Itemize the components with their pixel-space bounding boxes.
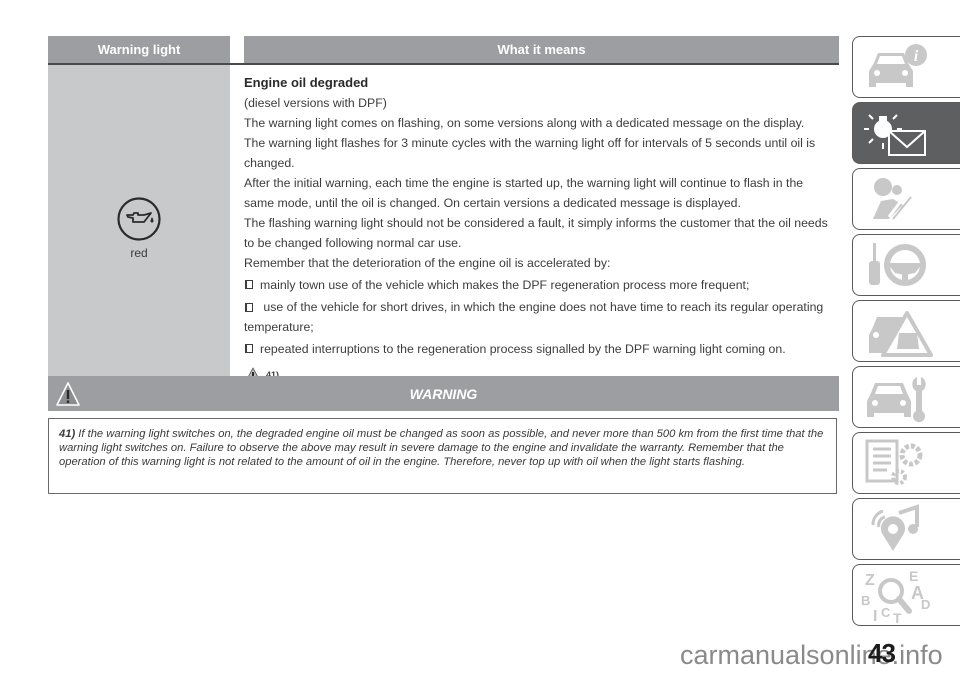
bullet-item: repeated interruptions to the regenerati… [244, 339, 831, 359]
meaning-cell: Engine oil degraded (diesel versions wit… [230, 65, 839, 395]
warning-text: If the warning light switches on, the de… [59, 428, 824, 468]
bullet-item: mainly town use of the vehicle which mak… [244, 275, 831, 295]
paragraph: Remember that the deterioration of the e… [244, 256, 611, 270]
table-header: Warning light What it means [48, 36, 839, 65]
light-color-label: red [130, 246, 148, 260]
paragraph: The warning light comes on flashing, on … [244, 116, 805, 130]
header-warning-light: Warning light [48, 36, 230, 63]
table-row: red Engine oil degraded (diesel versions… [48, 65, 839, 397]
bullet-box-icon [245, 344, 253, 353]
warning-header: WARNING [48, 376, 839, 411]
index-search-icon: Z E A B D I C T [861, 569, 930, 623]
bullet-box-icon [245, 280, 253, 289]
paragraph: (diesel versions with DPF) [244, 96, 387, 110]
tab-warning-lights-messages[interactable] [852, 102, 960, 164]
bullet-text: repeated interruptions to the regenerati… [260, 342, 786, 356]
car-info-icon: i [869, 44, 927, 87]
svg-text:I: I [873, 608, 877, 623]
tab-emergency[interactable] [852, 300, 960, 362]
tab-technical-data[interactable] [852, 432, 960, 494]
warning-light-message-icon [864, 114, 926, 156]
tab-maintenance[interactable] [852, 366, 960, 428]
tab-index[interactable]: Z E A B D I C T [852, 564, 960, 626]
svg-text:Z: Z [865, 572, 875, 589]
multimedia-icon [871, 504, 919, 551]
svg-text:i: i [914, 48, 919, 65]
bullet-item: use of the vehicle for short drives, in … [244, 297, 831, 337]
warning-text-box: 41) If the warning light switches on, th… [48, 418, 837, 494]
warning-title: WARNING [409, 385, 478, 402]
document-gears-icon [865, 439, 923, 485]
svg-text:B: B [861, 593, 870, 608]
bullet-text: use of the vehicle for short drives, in … [244, 300, 824, 334]
warning-triangle-icon [56, 381, 80, 406]
tab-multimedia[interactable] [852, 498, 960, 560]
bullet-text: mainly town use of the vehicle which mak… [260, 278, 750, 292]
watermark: carmanualsonline.info [680, 640, 943, 670]
svg-text:E: E [909, 569, 918, 584]
paragraph: The flashing warning light should not be… [244, 216, 828, 250]
key-steering-wheel-icon [869, 243, 926, 286]
warning-ref-number: 41) [59, 428, 76, 440]
warning-title: Engine oil degraded [244, 75, 369, 90]
paragraph: The warning light flashes for 3 minute c… [244, 136, 816, 170]
svg-text:T: T [893, 610, 902, 623]
engine-oil-icon [117, 197, 161, 241]
warning-light-cell: red [48, 65, 230, 395]
svg-text:D: D [921, 597, 930, 612]
emergency-triangle-icon [869, 311, 933, 357]
paragraph: After the initial warning, each time the… [244, 176, 804, 210]
page-number: 43 [868, 638, 896, 668]
header-what-it-means: What it means [244, 36, 839, 63]
car-wrench-icon [867, 377, 926, 423]
svg-text:C: C [881, 605, 891, 620]
header-gap [230, 36, 244, 63]
airbag-seatbelt-icon [873, 178, 912, 220]
bullet-box-icon [245, 303, 253, 312]
warning-light-table: Warning light What it means red Engine o… [48, 36, 839, 397]
tab-car-info[interactable]: i [852, 36, 960, 98]
tab-starting-driving[interactable] [852, 234, 960, 296]
tab-safety[interactable] [852, 168, 960, 230]
